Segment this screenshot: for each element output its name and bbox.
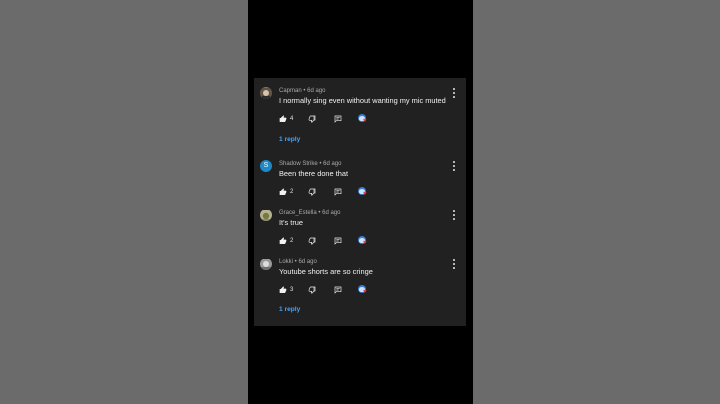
creator-heart-icon: ♥: [358, 187, 370, 197]
comment-time[interactable]: 6d ago: [322, 210, 340, 216]
comment-text: It's true: [279, 218, 304, 227]
comment-meta: Lokki • 6d ago: [279, 259, 317, 265]
like-count: 2: [290, 238, 294, 244]
more-vert-icon[interactable]: [452, 259, 456, 269]
thumbs-down-icon: [308, 115, 316, 123]
reply-icon: [334, 286, 342, 294]
right-backdrop: [473, 0, 720, 404]
more-vert-icon[interactable]: [452, 210, 456, 220]
comment-actions: 2 ♥: [279, 187, 459, 197]
comment-meta: Shadow Strike • 6d ago: [279, 161, 342, 167]
like-count: 3: [290, 287, 294, 293]
comment-actions: 4 ♥: [279, 114, 459, 124]
author-name[interactable]: Lokki: [279, 259, 293, 265]
reply-button[interactable]: [334, 285, 342, 295]
view-replies-link[interactable]: 1 reply: [279, 306, 300, 313]
comment-time[interactable]: 6d ago: [307, 88, 325, 94]
comment-text: Been there done that: [279, 169, 349, 178]
comment-time[interactable]: 6d ago: [323, 161, 341, 167]
left-backdrop: [0, 0, 248, 404]
creator-heart-icon: ♥: [358, 114, 370, 124]
creator-heart-icon: ♥: [358, 285, 370, 295]
comment-meta: Grace_Estella • 6d ago: [279, 210, 341, 216]
dislike-button[interactable]: [308, 114, 316, 124]
author-name[interactable]: Grace_Estella: [279, 210, 317, 216]
comment-time[interactable]: 6d ago: [298, 259, 316, 265]
reply-icon: [334, 115, 342, 123]
comment-text: Youtube shorts are so cringe: [279, 267, 373, 276]
avatar[interactable]: [260, 258, 272, 270]
more-vert-icon[interactable]: [452, 88, 456, 98]
thumbs-up-icon: [279, 286, 287, 293]
thumbs-down-icon: [308, 188, 316, 196]
comments-panel: Capman • 6d ago I normally sing even wit…: [254, 78, 466, 326]
reply-button[interactable]: [334, 114, 342, 124]
like-button[interactable]: 2: [279, 236, 293, 246]
thumbs-up-icon: [279, 237, 287, 244]
avatar[interactable]: [260, 209, 272, 221]
comment-actions: 2 ♥: [279, 236, 459, 246]
like-count: 2: [290, 189, 294, 195]
reply-icon: [334, 188, 342, 196]
thumbs-down-icon: [308, 286, 316, 294]
comment-text: I normally sing even without wanting my …: [279, 96, 446, 105]
comment-actions: 3 ♥: [279, 285, 459, 295]
thumbs-up-icon: [279, 115, 287, 122]
avatar[interactable]: S: [260, 160, 272, 172]
view-replies-link[interactable]: 1 reply: [279, 136, 300, 143]
thumbs-down-icon: [308, 237, 316, 245]
reply-icon: [334, 237, 342, 245]
author-name[interactable]: Shadow Strike: [279, 161, 318, 167]
reply-button[interactable]: [334, 187, 342, 197]
creator-heart-icon: ♥: [358, 236, 370, 246]
more-vert-icon[interactable]: [452, 161, 456, 171]
like-button[interactable]: 2: [279, 187, 293, 197]
dislike-button[interactable]: [308, 236, 316, 246]
reply-button[interactable]: [334, 236, 342, 246]
like-count: 4: [290, 116, 294, 122]
like-button[interactable]: 4: [279, 114, 293, 124]
dislike-button[interactable]: [308, 187, 316, 197]
like-button[interactable]: 3: [279, 285, 293, 295]
dislike-button[interactable]: [308, 285, 316, 295]
comment-meta: Capman • 6d ago: [279, 88, 326, 94]
avatar[interactable]: [260, 87, 272, 99]
author-name[interactable]: Capman: [279, 88, 302, 94]
thumbs-up-icon: [279, 188, 287, 195]
